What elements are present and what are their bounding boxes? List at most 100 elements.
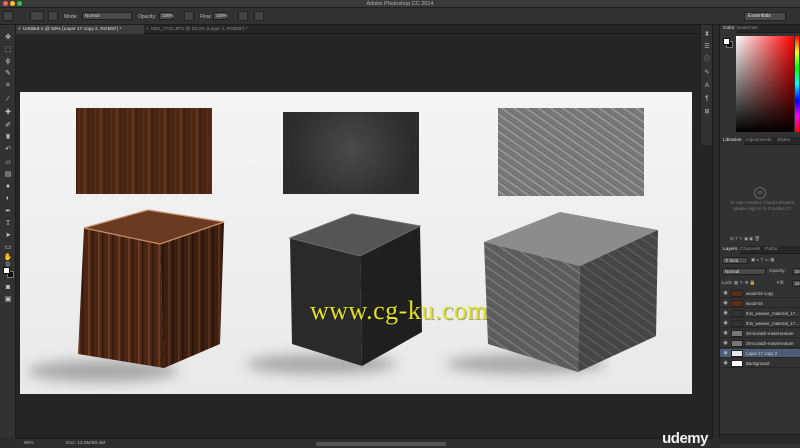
- mode-select[interactable]: Normal: [82, 12, 132, 20]
- layer-row[interactable]: ◉ 20-scratch-metal-texture: [720, 329, 800, 338]
- pressure-opacity-icon[interactable]: [184, 11, 194, 21]
- layer-thumbnail: [731, 330, 743, 337]
- visibility-eye-icon[interactable]: ◉: [722, 329, 729, 338]
- tab-close-icon[interactable]: ×: [18, 25, 21, 34]
- tab-paths[interactable]: Paths: [762, 246, 780, 254]
- color-picker-field[interactable]: [736, 36, 794, 132]
- layer-name: thin_weaver_material_17...: [746, 311, 799, 316]
- airbrush-icon[interactable]: [238, 11, 248, 21]
- layer-row[interactable]: ◉ wood-04: [720, 299, 800, 308]
- layers-panel-tabs: Layers Channels Paths: [720, 246, 800, 254]
- smart-object-filter-icon[interactable]: ▦: [770, 257, 774, 262]
- history-panel-icon[interactable]: ⧗: [703, 30, 711, 38]
- layer-row[interactable]: ◉ thin_weaver_material_17...: [720, 309, 800, 318]
- leather-texture-swatch: [283, 112, 419, 194]
- path-select-tool-icon[interactable]: ➤: [3, 231, 13, 240]
- eraser-tool-icon[interactable]: ▱: [3, 158, 13, 167]
- gradient-tool-icon[interactable]: ▤: [3, 170, 13, 179]
- color-panel-foreground-swatch[interactable]: [723, 38, 730, 45]
- dodge-tool-icon[interactable]: ◐: [3, 194, 13, 203]
- layer-row[interactable]: ◉ thin_weaver_material_17...: [720, 319, 800, 328]
- visibility-eye-icon[interactable]: ◉: [722, 309, 729, 318]
- marquee-tool-icon[interactable]: ⬚: [3, 45, 13, 54]
- brush-tool-icon[interactable]: ✐: [3, 121, 13, 130]
- layer-thumbnail: [731, 350, 743, 357]
- brush-panel-icon[interactable]: [48, 11, 58, 21]
- workspace-switcher[interactable]: Essentials: [744, 12, 786, 21]
- tab-label: IMG_7731.JPG @ 33.3% (Layer 2, RGB/8*) *: [151, 27, 248, 32]
- tab-label: Untitled-1 @ 50% (Layer 17 copy 2, RGB/8…: [23, 27, 122, 32]
- brush-tool-preset-icon[interactable]: [3, 11, 13, 21]
- layer-kind-filter[interactable]: ⚲ Kind: [722, 257, 748, 264]
- paragraph-panel-icon[interactable]: ¶: [703, 95, 711, 103]
- visibility-eye-icon[interactable]: ◉: [722, 299, 729, 308]
- document-tab[interactable]: × IMG_7731.JPG @ 33.3% (Layer 2, RGB/8*)…: [144, 25, 274, 34]
- layer-name: thin_weaver_material_17...: [746, 321, 799, 326]
- document-canvas[interactable]: www.cg-ku.com: [20, 92, 692, 394]
- info-panel-icon[interactable]: ⓘ: [703, 56, 711, 64]
- fill-field[interactable]: 10: [792, 280, 800, 287]
- hue-slider[interactable]: [795, 36, 799, 132]
- character-panel-icon[interactable]: A: [703, 82, 711, 90]
- flow-field[interactable]: 100%: [213, 12, 228, 20]
- visibility-eye-icon[interactable]: ◉: [722, 289, 729, 298]
- blend-mode-select[interactable]: Normal: [722, 268, 766, 275]
- lock-all-icon[interactable]: 🔒: [750, 280, 756, 285]
- tab-channels[interactable]: Channels: [737, 246, 763, 254]
- pen-tool-icon[interactable]: ✒: [3, 207, 13, 216]
- visibility-eye-icon[interactable]: ◉: [722, 339, 729, 348]
- horizontal-scrollbar[interactable]: [316, 442, 446, 446]
- layer-name: wood-04 copy: [746, 291, 774, 296]
- tab-swatches[interactable]: Swatches: [734, 25, 761, 33]
- layer-thumbnail: [731, 300, 743, 307]
- healing-tool-icon[interactable]: ✚: [3, 108, 13, 117]
- layer-thumbnail: [731, 320, 743, 327]
- layer-row[interactable]: ◉ wood-04 copy: [720, 289, 800, 298]
- zoom-level[interactable]: 50%: [24, 441, 34, 446]
- move-tool-icon[interactable]: ✥: [3, 33, 13, 42]
- kind-filter-value: Kind: [729, 258, 739, 263]
- flow-label: Flow:: [200, 14, 212, 20]
- options-bar: Mode: Normal Opacity: 100% Flow: 100% Es…: [0, 8, 800, 25]
- document-info[interactable]: Doc: 13.5M/80.4M: [66, 441, 105, 446]
- tab-close-icon[interactable]: ×: [146, 25, 149, 34]
- type-tool-icon[interactable]: T: [3, 219, 13, 228]
- quick-select-tool-icon[interactable]: ✎: [3, 69, 13, 78]
- layer-row[interactable]: ◉ 20-scratch-metal-texture: [720, 339, 800, 348]
- glyph-panel-icon[interactable]: ⊞: [703, 108, 711, 116]
- layer-row[interactable]: ◉ Background: [720, 359, 800, 368]
- opacity-field[interactable]: 100%: [159, 12, 174, 20]
- crop-tool-icon[interactable]: ⌗: [3, 81, 13, 90]
- layer-row-selected[interactable]: ◉ Layer 17 copy 2: [720, 349, 800, 358]
- visibility-eye-icon[interactable]: ◉: [722, 319, 729, 328]
- history-brush-tool-icon[interactable]: ↶: [3, 145, 13, 154]
- layer-opacity-field[interactable]: 10: [792, 268, 800, 275]
- canvas-area[interactable]: www.cg-ku.com: [16, 34, 712, 438]
- visibility-eye-icon[interactable]: ◉: [722, 359, 729, 368]
- visibility-eye-icon[interactable]: ◉: [722, 349, 729, 358]
- libraries-panel-tabs: Libraries Adjustments Styles: [720, 137, 800, 145]
- properties-panel-icon[interactable]: ☰: [703, 43, 711, 51]
- brush-presets-panel-icon[interactable]: ✎: [703, 69, 711, 77]
- eyedropper-tool-icon[interactable]: ⁄: [3, 95, 13, 104]
- lasso-tool-icon[interactable]: ϕ: [3, 57, 13, 66]
- tab-libraries[interactable]: Libraries: [720, 137, 745, 145]
- document-tab-active[interactable]: × Untitled-1 @ 50% (Layer 17 copy 2, RGB…: [16, 25, 144, 34]
- color-panel-tabs: Color Swatches: [720, 25, 800, 33]
- library-trash-icon[interactable]: 🗑: [754, 236, 760, 241]
- brush-size-picker[interactable]: [30, 11, 44, 21]
- screen-mode-icon[interactable]: ▣: [3, 295, 13, 304]
- mode-label: Mode:: [64, 14, 78, 20]
- tab-adjustments[interactable]: Adjustments: [742, 137, 774, 145]
- layer-thumbnail: [731, 310, 743, 317]
- panel-divider[interactable]: [712, 25, 720, 438]
- foreground-color-swatch[interactable]: [3, 267, 10, 274]
- opacity-label: Opacity:: [138, 14, 157, 20]
- tab-styles[interactable]: Styles: [774, 137, 793, 145]
- clone-stamp-tool-icon[interactable]: ♜: [3, 133, 13, 142]
- blur-tool-icon[interactable]: ●: [3, 182, 13, 191]
- quick-mask-icon[interactable]: ◙: [3, 283, 13, 292]
- toolbox: ✥ ⬚ ϕ ✎ ⌗ ⁄ ✚ ✐ ♜ ↶ ▱ ▤ ● ◐ ✒ T ➤ ▭ ✋ ⚲ …: [0, 25, 16, 438]
- pressure-size-icon[interactable]: [254, 11, 264, 21]
- shape-tool-icon[interactable]: ▭: [3, 243, 13, 252]
